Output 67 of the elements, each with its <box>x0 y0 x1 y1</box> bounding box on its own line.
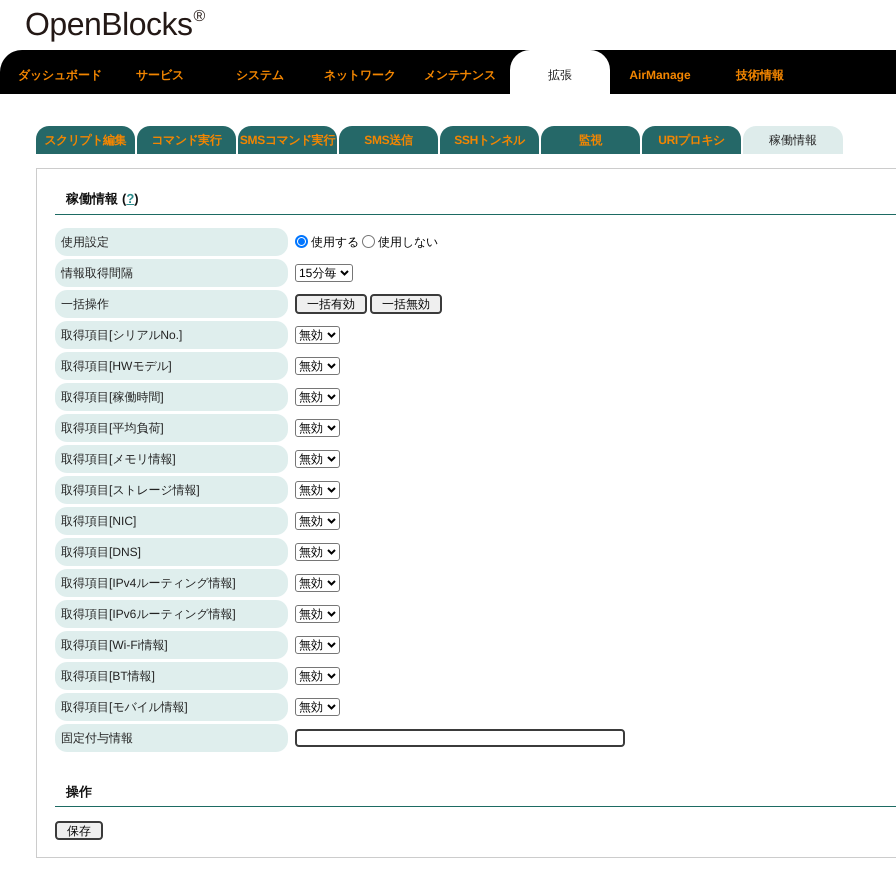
select-field[interactable]: 無効 <box>295 388 340 406</box>
field-label: 取得項目[DNS] <box>55 538 288 566</box>
main-nav-tab[interactable]: AirManage <box>610 50 710 94</box>
select-field[interactable]: 無効 <box>295 512 340 530</box>
save-button[interactable]: 保存 <box>55 821 103 840</box>
field-label: 取得項目[稼働時間] <box>55 382 288 410</box>
select-field[interactable]: 無効 <box>295 542 340 560</box>
radio-button[interactable] <box>295 235 308 248</box>
select-field[interactable]: 無効 <box>295 418 340 436</box>
main-nav-tab[interactable]: 技術情報 <box>710 50 810 94</box>
help-text: (?) <box>122 190 139 208</box>
select-field[interactable]: 15分毎 <box>295 264 354 282</box>
field-label: 情報取得間隔 <box>55 258 288 286</box>
field-label: 取得項目[平均負荷] <box>55 414 288 442</box>
chevron-down-icon <box>327 394 336 400</box>
chevron-down-icon <box>327 610 336 616</box>
chevron-down-icon <box>327 580 336 586</box>
select-field[interactable]: 無効 <box>295 698 340 716</box>
text-input-field[interactable] <box>295 728 625 746</box>
field-label: 取得項目[IPv4ルーティング情報] <box>55 568 288 596</box>
radio-button[interactable] <box>362 235 375 248</box>
field-label: 使用設定 <box>55 228 288 256</box>
select-field[interactable]: 無効 <box>295 450 340 468</box>
field-label: 取得項目[モバイル情報] <box>55 692 288 720</box>
select-field[interactable]: 無効 <box>295 480 340 498</box>
field-label: 取得項目[メモリ情報] <box>55 444 288 472</box>
field-label: 一括操作 <box>55 290 288 318</box>
bulk-action-button[interactable]: 一括無効 <box>370 294 442 314</box>
select-field[interactable]: 無効 <box>295 326 340 344</box>
chevron-down-icon <box>327 456 336 462</box>
chevron-down-icon <box>327 704 336 710</box>
help-link[interactable]: ? <box>126 191 134 206</box>
main-nav-tab[interactable]: システム <box>210 50 310 94</box>
chevron-down-icon <box>327 424 336 430</box>
field-label: 取得項目[BT情報] <box>55 662 288 690</box>
chevron-down-icon <box>327 548 336 554</box>
chevron-down-icon <box>340 270 350 276</box>
openblocks-logo: OpenBlocks$^{®}$ <box>25 5 205 44</box>
field-label: 取得項目[IPv6ルーティング情報] <box>55 600 288 628</box>
section-title: 稼働情報 <box>66 190 118 208</box>
field-label: 取得項目[Wi-Fi情報] <box>55 630 288 658</box>
field-label: 取得項目[NIC] <box>55 506 288 534</box>
main-nav-tab[interactable]: ダッシュボード <box>10 50 110 94</box>
field-label: 取得項目[ストレージ情報] <box>55 476 288 504</box>
chevron-down-icon <box>327 672 336 678</box>
main-nav-tab[interactable]: メンテナンス <box>410 50 510 94</box>
field-label: 取得項目[HWモデル] <box>55 352 288 380</box>
chevron-down-icon <box>327 486 336 492</box>
main-nav-tab[interactable]: サービス <box>110 50 210 94</box>
select-field[interactable]: 無効 <box>295 604 340 622</box>
select-field[interactable]: 無効 <box>295 574 340 592</box>
select-field[interactable]: 無効 <box>295 636 340 654</box>
select-field[interactable]: 無効 <box>295 666 340 684</box>
bulk-action-button[interactable]: 一括有効 <box>295 294 367 314</box>
chevron-down-icon <box>327 518 336 524</box>
radio-label: 使用しない <box>378 234 438 250</box>
chevron-down-icon <box>327 642 336 648</box>
field-label: 取得項目[シリアルNo.] <box>55 320 288 348</box>
field-label: 固定付与情報 <box>55 724 288 752</box>
radio-label: 使用する <box>311 234 359 250</box>
section-title: 操作 <box>66 784 92 798</box>
chevron-down-icon <box>327 332 336 338</box>
chevron-down-icon <box>327 362 336 368</box>
select-field[interactable]: 無効 <box>295 356 340 374</box>
main-nav-tab[interactable]: 拡張 <box>510 50 610 94</box>
main-nav-tab[interactable]: ネットワーク <box>310 50 410 94</box>
sub-tab[interactable]: 稼働情報 <box>743 126 843 154</box>
